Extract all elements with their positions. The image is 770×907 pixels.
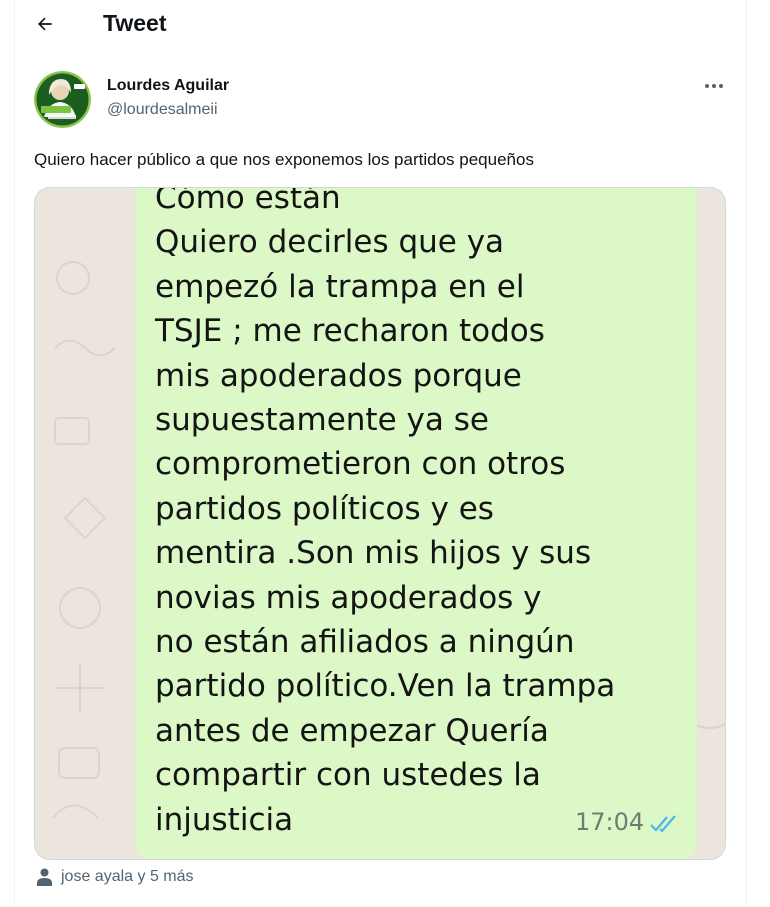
- message-line: compartir con ustedes la: [155, 757, 541, 794]
- message-line: no están afiliados a ningún: [155, 624, 575, 661]
- author-handle[interactable]: @lourdesalmeii: [107, 100, 218, 120]
- message-line: antes de empezar Quería: [155, 712, 549, 749]
- message-bubble: Cómo están Quiero decirles que ya empezó l…: [135, 187, 697, 859]
- message-line: empezó la trampa en el: [155, 268, 525, 305]
- profile-photo: [34, 71, 91, 128]
- message-text: Cómo están Quiero decirles que ya empezó l…: [155, 187, 695, 842]
- message-line: Quiero decirles que ya: [155, 224, 505, 261]
- message-line: supuestamente ya se: [155, 402, 489, 439]
- message-time: 17:04: [575, 808, 645, 836]
- tweet-text: Quiero hacer público a que nos exponemos…: [34, 150, 534, 169]
- more-button[interactable]: [700, 74, 728, 98]
- author-name[interactable]: Lourdes Aguilar: [107, 76, 229, 96]
- message-line: comprometieron con otros: [155, 446, 566, 483]
- message-line: novias mis apoderados y: [155, 579, 542, 616]
- arrow-left-icon: [38, 17, 52, 31]
- double-check-icon: [650, 815, 676, 833]
- avatar[interactable]: [34, 71, 91, 128]
- message-line: Cómo están: [155, 187, 341, 216]
- tagged-users[interactable]: jose ayala y 5 más: [36, 866, 194, 888]
- page-title: Tweet: [103, 10, 167, 36]
- tagged-users-label: jose ayala y 5 más: [61, 868, 194, 885]
- more-horizontal-icon: [705, 84, 723, 88]
- tweet-media-image[interactable]: Cómo están Quiero decirles que ya empezó l…: [34, 187, 726, 860]
- back-button[interactable]: [28, 8, 62, 40]
- message-line: TSJE ; me recharon todos: [155, 313, 545, 350]
- message-line: partidos políticos y es: [155, 490, 494, 527]
- message-line: partido político.Ven la trampa: [155, 668, 616, 705]
- message-line: mis apoderados porque: [155, 357, 522, 394]
- person-icon: [37, 868, 52, 886]
- header: Tweet: [0, 0, 770, 48]
- message-line: mentira .Son mis hijos y sus: [155, 535, 592, 572]
